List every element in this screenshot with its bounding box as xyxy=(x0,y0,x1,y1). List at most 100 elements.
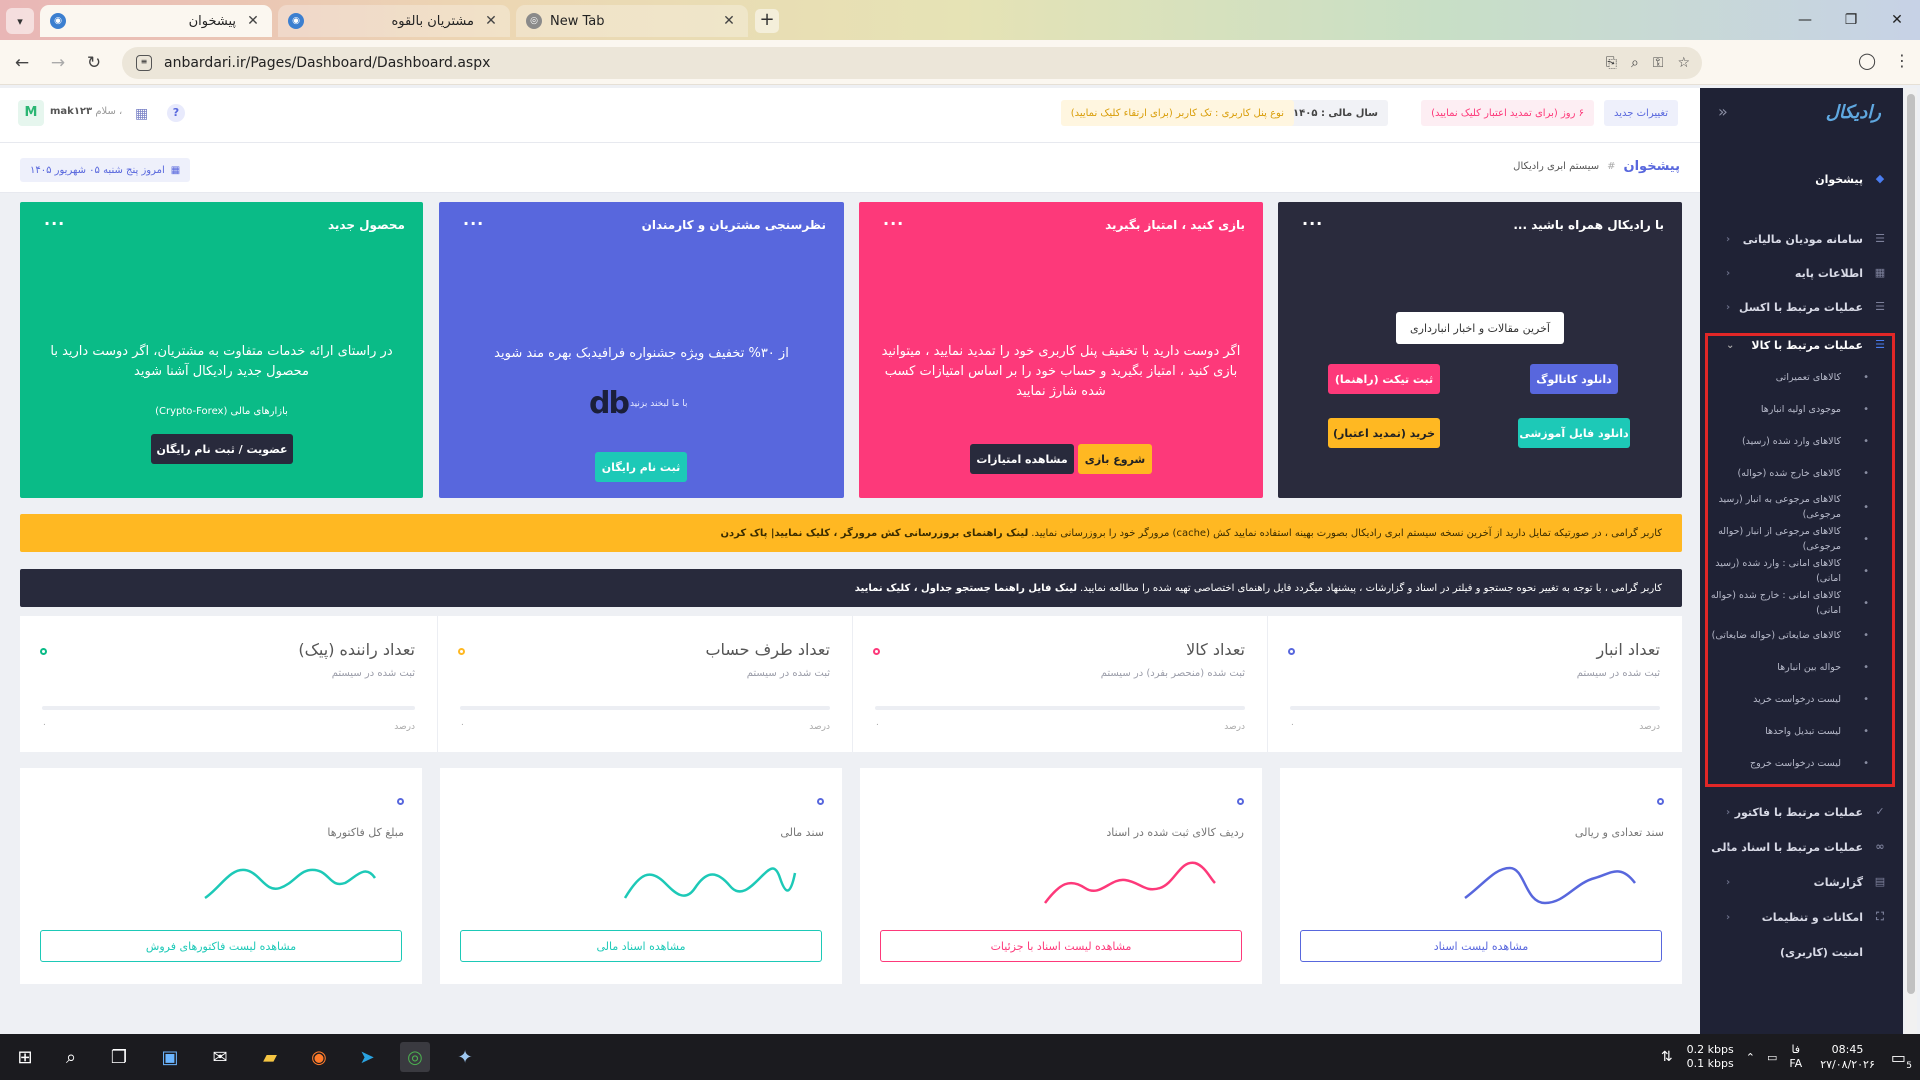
reload-icon[interactable]: ↻ xyxy=(82,51,106,75)
close-icon[interactable]: ✕ xyxy=(720,13,738,29)
radical-logo[interactable]: رادیکال xyxy=(1826,102,1881,123)
more-options-icon[interactable]: ··· xyxy=(1302,214,1323,233)
new-product-card: محصول جدید ··· در راستای ارائه خدمات متف… xyxy=(20,202,423,498)
download-tutorial-button[interactable]: دانلود فایل آموزشی xyxy=(1518,418,1630,448)
close-icon[interactable]: ✕ xyxy=(244,13,262,29)
logo-slogan: با ما لبخند بزنید xyxy=(629,398,688,409)
sidebar-subitem[interactable]: • کالاهای مرجوعی از انبار (حواله مرجوعی) xyxy=(1703,524,1903,554)
bookmark-star-icon[interactable]: ☆ xyxy=(1677,55,1690,71)
view-documents-button[interactable]: مشاهده لیست اسناد xyxy=(1300,930,1662,962)
app-icon[interactable]: ✦ xyxy=(450,1042,480,1072)
forward-arrow-icon[interactable]: → xyxy=(46,51,70,75)
sidebar-item-settings[interactable]: ⛶ امکانات و تنظیمات ‹ xyxy=(1700,900,1903,934)
free-signup-button[interactable]: ثبت نام رایگان xyxy=(595,452,687,482)
card-body: در راستای ارائه خدمات متفاوت به مشتریان،… xyxy=(50,344,393,379)
sidebar-subitem[interactable]: • کالاهای وارد شده (رسید) xyxy=(1703,430,1903,452)
avatar[interactable]: M xyxy=(18,100,44,126)
bullet-icon: • xyxy=(1863,371,1869,383)
mail-icon[interactable]: ✉ xyxy=(205,1042,235,1072)
store-icon[interactable]: ▣ xyxy=(155,1042,185,1072)
site-info-icon[interactable]: ≡ xyxy=(136,55,152,71)
zoom-icon[interactable]: ⌕ xyxy=(1631,55,1639,71)
chevron-up-icon[interactable]: ⌃ xyxy=(1746,1051,1755,1064)
password-key-icon[interactable]: ⚿ xyxy=(1653,55,1664,71)
sidebar-subitem[interactable]: • موجودی اولیه انبارها xyxy=(1703,398,1903,420)
sidebar-item-dashboard[interactable]: ◆ پیشخوان xyxy=(1700,162,1903,196)
sidebar-subitem[interactable]: • لیست درخواست خروج xyxy=(1703,752,1903,774)
sidebar-subitem[interactable]: • کالاهای امانی : خارج شده (حواله امانی) xyxy=(1703,588,1903,618)
sidebar-subitem[interactable]: • کالاهای تعمیراتی xyxy=(1703,366,1903,388)
sidebar-item-base-info[interactable]: ▦ اطلاعات پایه ‹ xyxy=(1700,256,1903,290)
minimize-icon[interactable]: — xyxy=(1782,0,1828,40)
sidebar-item-tax-system[interactable]: ☰ سامانه مودیان مالیاتی ‹ xyxy=(1700,222,1903,256)
sidebar-subitem[interactable]: • لیست درخواست خرید xyxy=(1703,688,1903,710)
sidebar-item-excel[interactable]: ☰ عملیات مرتبط با اکسل ‹ xyxy=(1700,290,1903,324)
profile-icon[interactable]: ◯ xyxy=(1858,51,1876,70)
page-scrollbar[interactable] xyxy=(1905,88,1917,1034)
cache-guide-link[interactable]: لینک راهنمای بروزرسانی کش مرورگر ، کلیک … xyxy=(720,528,1028,539)
stat-percent-label: درصد xyxy=(394,722,415,732)
chevron-left-icon: ‹ xyxy=(1726,301,1731,313)
view-documents-details-button[interactable]: مشاهده لیست اسناد با جزئیات xyxy=(880,930,1242,962)
sidebar-item-invoice[interactable]: ✓ عملیات مرتبط با فاکتور ‹ xyxy=(1700,795,1903,829)
url-bar[interactable]: ≡ anbardari.ir/Pages/Dashboard/Dashboard… xyxy=(122,47,1702,79)
sidebar-subitem[interactable]: • کالاهای مرجوعی به انبار (رسید مرجوعی) xyxy=(1703,492,1903,522)
sidebar-item-goods-operations[interactable]: ☰ عملیات مرتبط با کالا ⌄ xyxy=(1700,328,1903,362)
download-catalog-button[interactable]: دانلود کاتالوگ xyxy=(1530,364,1618,394)
firefox-icon[interactable]: ◉ xyxy=(304,1042,334,1072)
membership-signup-button[interactable]: عضویت / ثبت نام رایگان xyxy=(151,434,293,464)
windows-start-icon[interactable]: ⊞ xyxy=(10,1042,40,1072)
view-financial-docs-button[interactable]: مشاهده اسناد مالی xyxy=(460,930,822,962)
sidebar-subitem[interactable]: • لیست تبدیل واحدها xyxy=(1703,720,1903,742)
help-icon[interactable]: ? xyxy=(167,104,185,122)
translate-icon[interactable]: ⎘ xyxy=(1606,55,1617,71)
language-indicator[interactable]: فا FA xyxy=(1789,1043,1802,1071)
browser-tab-newtab[interactable]: ◎ New Tab ✕ xyxy=(516,5,748,37)
collapse-sidebar-icon[interactable]: « xyxy=(1718,102,1728,121)
chrome-icon[interactable]: ◎ xyxy=(400,1042,430,1072)
network-icon[interactable]: ▭ xyxy=(1767,1051,1777,1064)
view-sales-invoices-button[interactable]: مشاهده لیست فاکتورهای فروش xyxy=(40,930,402,962)
sidebar-item-label: عملیات مرتبط با اکسل xyxy=(1738,300,1863,314)
user-greeting[interactable]: mak۱۲۳ سلام ، xyxy=(50,106,122,117)
back-arrow-icon[interactable]: ← xyxy=(10,51,34,75)
telegram-icon[interactable]: ➤ xyxy=(352,1042,382,1072)
view-points-button[interactable]: مشاهده امتیازات xyxy=(970,444,1074,474)
search-icon[interactable]: ⌕ xyxy=(56,1042,86,1072)
sidebar-item-financial-docs[interactable]: ∞ عملیات مرتبط با اسناد مالی ‹ xyxy=(1700,830,1903,864)
restore-icon[interactable]: ❐ xyxy=(1828,0,1874,40)
tab-search-button[interactable]: ▾ xyxy=(6,8,34,34)
fiscal-year-badge[interactable]: سال مالی : ۱۴۰۵ xyxy=(1283,100,1388,126)
chart-label: سند تعدادی و ریالی xyxy=(1574,826,1664,839)
changes-badge[interactable]: تغییرات جدید xyxy=(1604,100,1678,126)
start-game-button[interactable]: شروع بازی xyxy=(1078,444,1152,474)
clock[interactable]: 08:45 ۲۷/۰۸/۲۰۲۶ xyxy=(1820,1042,1875,1072)
browser-tab-dashboard[interactable]: ◉ پیشخوان ✕ xyxy=(40,5,272,37)
notification-icon[interactable]: ▭ 5 xyxy=(1891,1048,1912,1071)
task-view-icon[interactable]: ❐ xyxy=(104,1042,134,1072)
stat-dot-icon xyxy=(40,648,47,655)
file-explorer-icon[interactable]: ▰ xyxy=(255,1042,285,1072)
latest-articles-button[interactable]: آخرین مقالات و اخبار انبارداری xyxy=(1396,312,1564,344)
apps-grid-icon[interactable]: ▦ xyxy=(135,106,148,122)
search-guide-link[interactable]: لینک فایل راهنما جستجو جداول ، کلیک نمای… xyxy=(855,583,1077,594)
sidebar-item-reports[interactable]: ▤ گزارشات ‹ xyxy=(1700,865,1903,899)
more-options-icon[interactable]: ··· xyxy=(463,214,484,233)
close-window-icon[interactable]: ✕ xyxy=(1874,0,1920,40)
more-options-icon[interactable]: ··· xyxy=(883,214,904,233)
browser-menu-icon[interactable]: ⋮ xyxy=(1894,51,1910,70)
sidebar-subitem[interactable]: • کالاهای خارج شده (حواله) xyxy=(1703,462,1903,484)
submit-ticket-button[interactable]: ثبت تیکت (راهنما) xyxy=(1328,364,1440,394)
more-options-icon[interactable]: ··· xyxy=(44,214,65,233)
buy-renew-button[interactable]: خرید (تمدید اعتبار) xyxy=(1328,418,1440,448)
browser-tab-leads[interactable]: ◉ مشتریان بالقوه ✕ xyxy=(278,5,510,37)
days-left-badge[interactable]: ۶ روز (برای تمدید اعتبار کلیک نمایید) xyxy=(1421,100,1594,126)
panel-type-badge[interactable]: نوع پنل کاربری : تک کاربر (برای ارتقاء ک… xyxy=(1060,100,1294,126)
close-icon[interactable]: ✕ xyxy=(482,13,500,29)
sidebar-item-security[interactable]: امنیت (کاربری) xyxy=(1700,935,1903,969)
sidebar-subitem[interactable]: • کالاهای ضایعاتی (حواله ضایعاتی) xyxy=(1703,624,1903,646)
breadcrumb-item[interactable]: سیستم ابری رادیکال xyxy=(1513,161,1599,172)
sidebar-subitem[interactable]: • کالاهای امانی : وارد شده (رسید امانی) xyxy=(1703,556,1903,586)
sidebar-subitem[interactable]: • حواله بین انبارها xyxy=(1703,656,1903,678)
new-tab-button[interactable]: + xyxy=(755,9,779,33)
